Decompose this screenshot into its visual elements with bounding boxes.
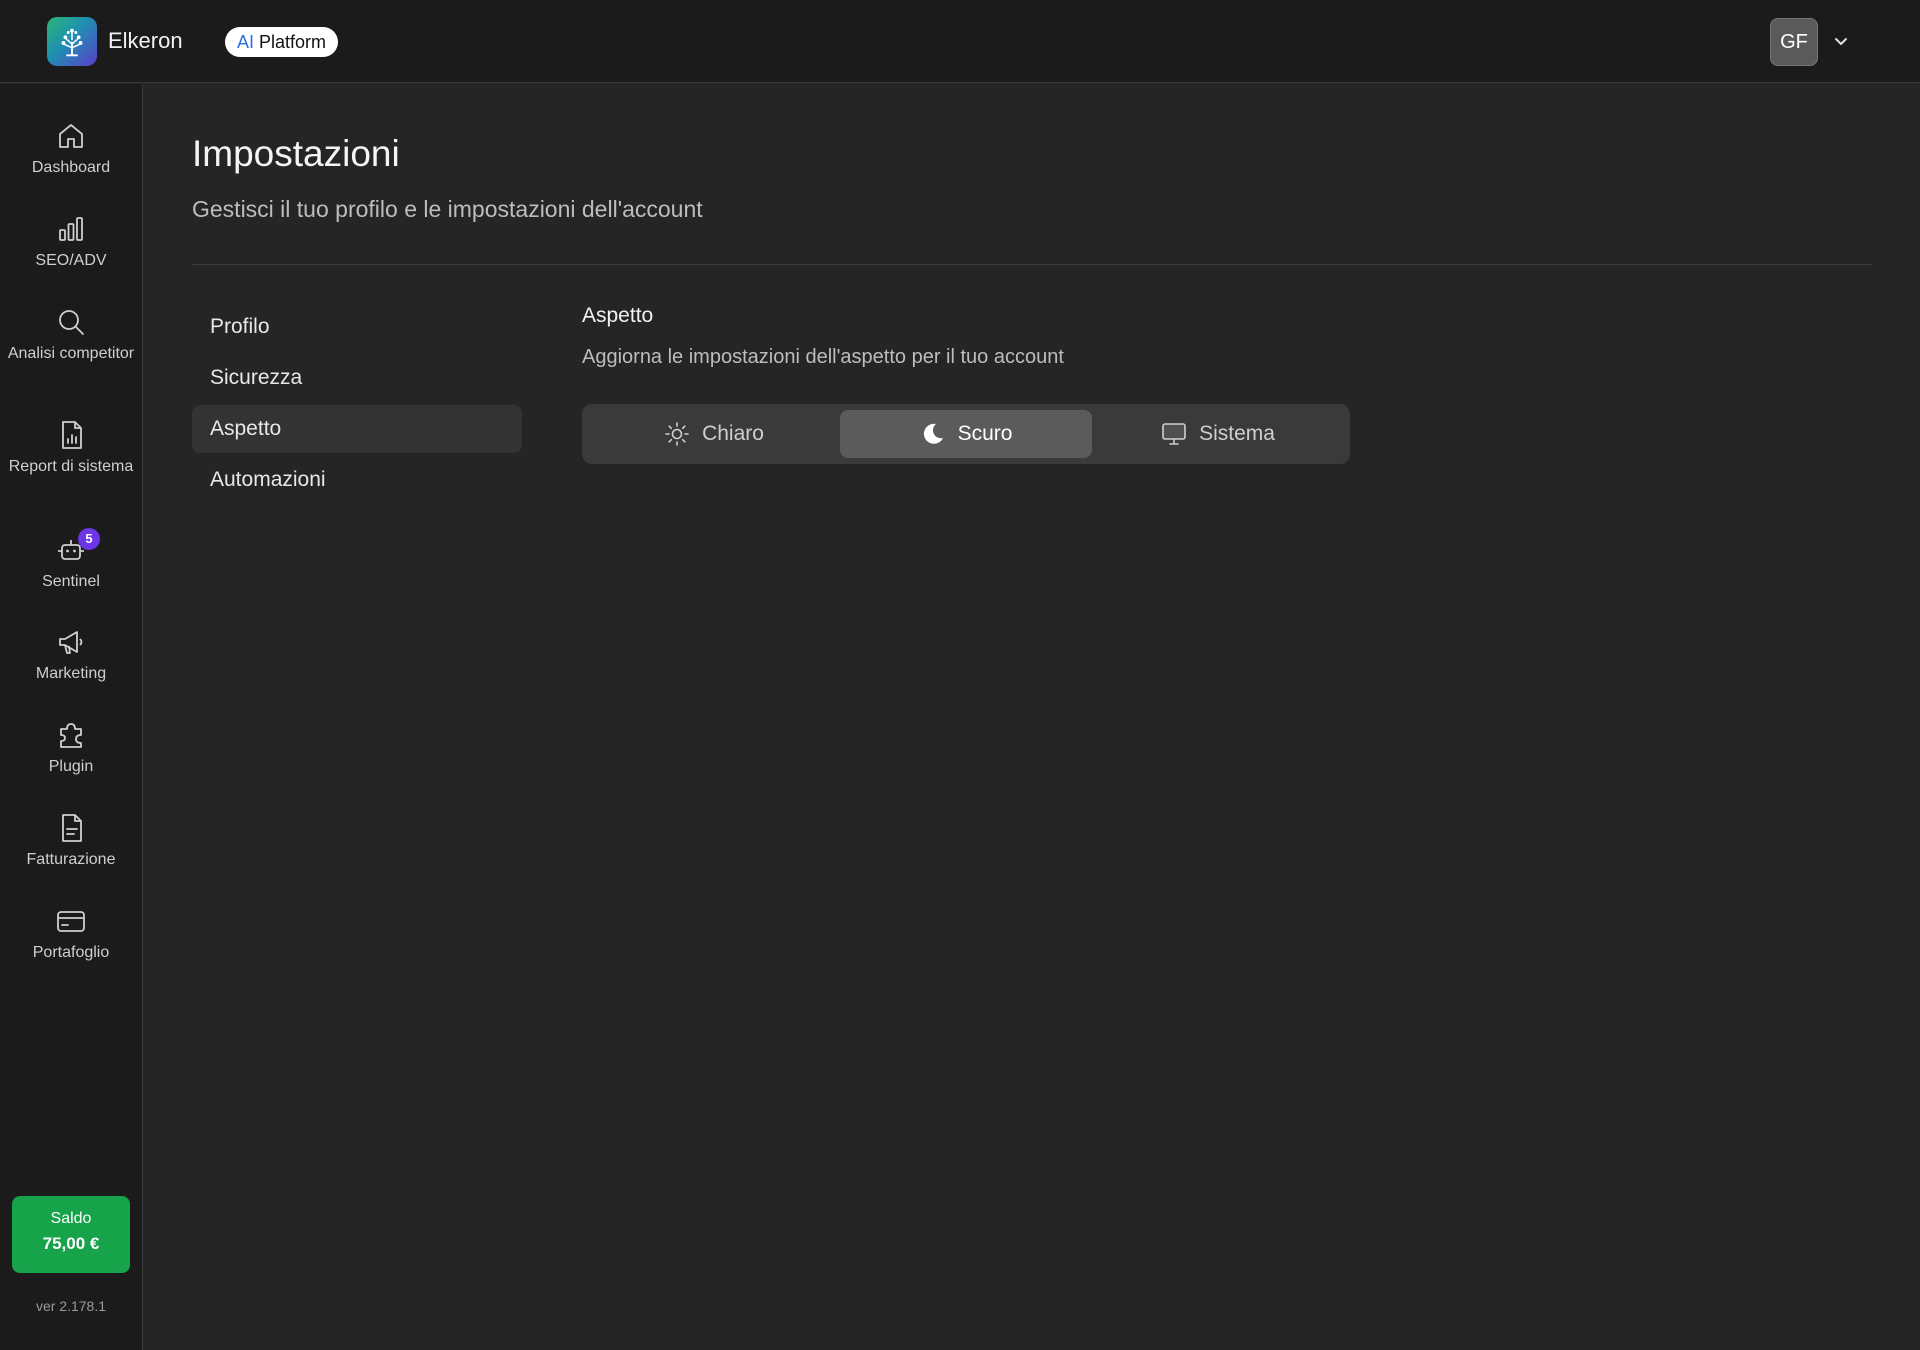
balance-label: Saldo bbox=[50, 1210, 92, 1227]
home-icon bbox=[59, 124, 83, 148]
top-bar: Elkeron AI Platform GF bbox=[0, 0, 1920, 83]
platform-badge: AI Platform bbox=[225, 27, 339, 57]
sun-icon bbox=[665, 422, 689, 446]
sidebar-item-label: Fatturazione bbox=[26, 851, 116, 868]
version-label: ver 2.178.1 bbox=[35, 1298, 107, 1314]
platform-badge-ai: AI bbox=[237, 31, 255, 52]
credit-card-icon bbox=[57, 911, 85, 932]
page-title: Impostazioni bbox=[192, 133, 400, 174]
theme-option-label: Sistema bbox=[1199, 422, 1275, 445]
sidebar-item-label: Analisi competitor bbox=[7, 345, 135, 362]
sidebar-item-seo-adv[interactable]: SEO/ADV bbox=[0, 213, 142, 271]
page-subtitle: Gestisci il tuo profilo e le impostazion… bbox=[192, 196, 703, 222]
sidebar-item-label: Marketing bbox=[35, 665, 107, 682]
platform-badge-label: Platform bbox=[259, 31, 327, 52]
brand-name: Elkeron bbox=[108, 28, 183, 53]
divider bbox=[192, 264, 1872, 265]
file-chart-icon bbox=[62, 421, 82, 449]
sidebar-item-marketing[interactable]: Marketing bbox=[0, 626, 142, 684]
sidebar-item-sentinel[interactable]: 5 Sentinel bbox=[0, 528, 142, 592]
sidebar-item-label: Plugin bbox=[48, 758, 94, 775]
settings-nav-profilo[interactable]: Profilo bbox=[192, 303, 522, 351]
moon-icon bbox=[923, 423, 943, 444]
chevron-down-icon[interactable] bbox=[1831, 31, 1851, 51]
document-icon bbox=[62, 814, 82, 842]
logo-tree-icon[interactable] bbox=[47, 17, 97, 66]
theme-option-scuro[interactable]: Scuro bbox=[840, 410, 1092, 458]
monitor-icon bbox=[1162, 423, 1186, 445]
section-subtitle: Aggiorna le impostazioni dell'aspetto pe… bbox=[582, 346, 1064, 368]
sidebar-item-fatturazione[interactable]: Fatturazione bbox=[0, 812, 142, 870]
section-title: Aspetto bbox=[582, 304, 654, 327]
theme-option-sistema[interactable]: Sistema bbox=[1092, 410, 1344, 458]
sidebar-item-analisi-competitor[interactable]: Analisi competitor bbox=[0, 306, 142, 364]
bar-chart-icon bbox=[59, 217, 83, 241]
theme-option-label: Chiaro bbox=[702, 422, 764, 445]
sidebar: Dashboard SEO/ADV Analisi competitor Rep… bbox=[0, 84, 143, 1350]
notification-badge: 5 bbox=[78, 528, 100, 550]
balance-value: 75,00 € bbox=[42, 1234, 100, 1253]
sidebar-item-portafoglio[interactable]: Portafoglio bbox=[0, 905, 142, 963]
megaphone-icon bbox=[59, 631, 83, 654]
sidebar-item-label: Sentinel bbox=[42, 573, 100, 590]
sidebar-item-label: Report di sistema bbox=[8, 458, 134, 475]
sidebar-item-label: SEO/ADV bbox=[35, 252, 107, 269]
sidebar-item-dashboard[interactable]: Dashboard bbox=[0, 120, 142, 178]
sidebar-item-label: Portafoglio bbox=[32, 944, 110, 961]
sidebar-item-report-di-sistema[interactable]: Report di sistema bbox=[0, 419, 142, 477]
sidebar-item-plugin[interactable]: Plugin bbox=[0, 719, 142, 777]
settings-nav-sicurezza[interactable]: Sicurezza bbox=[192, 354, 522, 402]
search-icon bbox=[59, 310, 84, 335]
theme-option-chiaro[interactable]: Chiaro bbox=[588, 410, 840, 458]
theme-selector: Chiaro Scuro Sistema bbox=[582, 404, 1350, 464]
sidebar-item-label: Dashboard bbox=[31, 159, 111, 176]
settings-nav-automazioni[interactable]: Automazioni bbox=[192, 456, 522, 504]
theme-option-label: Scuro bbox=[957, 422, 1013, 445]
balance-button[interactable]: Saldo 75,00 € bbox=[12, 1196, 130, 1273]
puzzle-icon bbox=[60, 723, 82, 748]
settings-nav-aspetto[interactable]: Aspetto bbox=[192, 405, 522, 453]
user-avatar[interactable]: GF bbox=[1770, 18, 1818, 66]
